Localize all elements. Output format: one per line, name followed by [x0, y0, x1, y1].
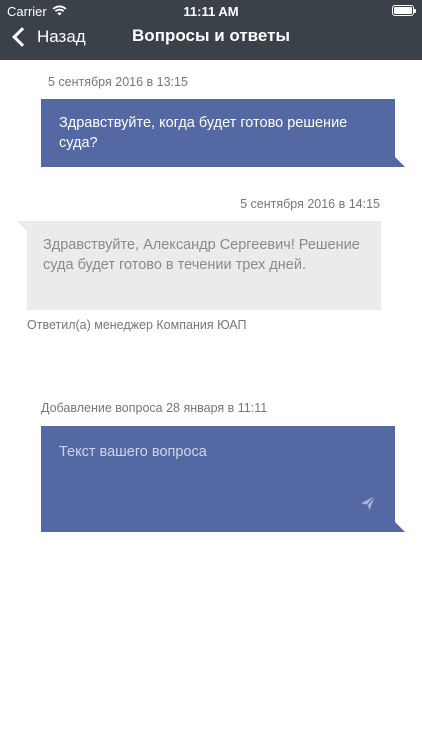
screen: Carrier 11:11 AM Назад Вопросы и ответы … — [0, 0, 422, 750]
message-text: Здравствуйте, когда будет готово решение… — [59, 115, 348, 151]
message-bubble-outgoing: Здравствуйте, когда будет готово решение… — [41, 99, 405, 167]
send-icon — [361, 495, 376, 510]
status-bar: Carrier 11:11 AM — [0, 0, 422, 22]
compose-header: Добавление вопроса 28 января в 11:11 — [41, 401, 268, 415]
answered-by-caption: Ответил(а) менеджер Компания ЮАП — [27, 318, 247, 332]
header: Carrier 11:11 AM Назад Вопросы и ответы — [0, 0, 422, 60]
message-text: Здравствуйте, Александр Сергеевич! Решен… — [43, 237, 360, 273]
message-bubble-incoming: Здравствуйте, Александр Сергеевич! Решен… — [17, 221, 381, 310]
question-input[interactable] — [59, 442, 359, 502]
battery-icon — [392, 5, 416, 16]
nav-bar: Назад Вопросы и ответы — [0, 20, 422, 60]
page-title: Вопросы и ответы — [132, 26, 290, 45]
status-time: 11:11 AM — [183, 4, 239, 19]
battery-level — [394, 7, 412, 14]
compose-box — [41, 426, 405, 532]
message-timestamp: 5 сентября 2016 в 13:15 — [48, 75, 188, 89]
send-button[interactable] — [359, 494, 377, 512]
message-timestamp: 5 сентября 2016 в 14:15 — [240, 197, 380, 211]
